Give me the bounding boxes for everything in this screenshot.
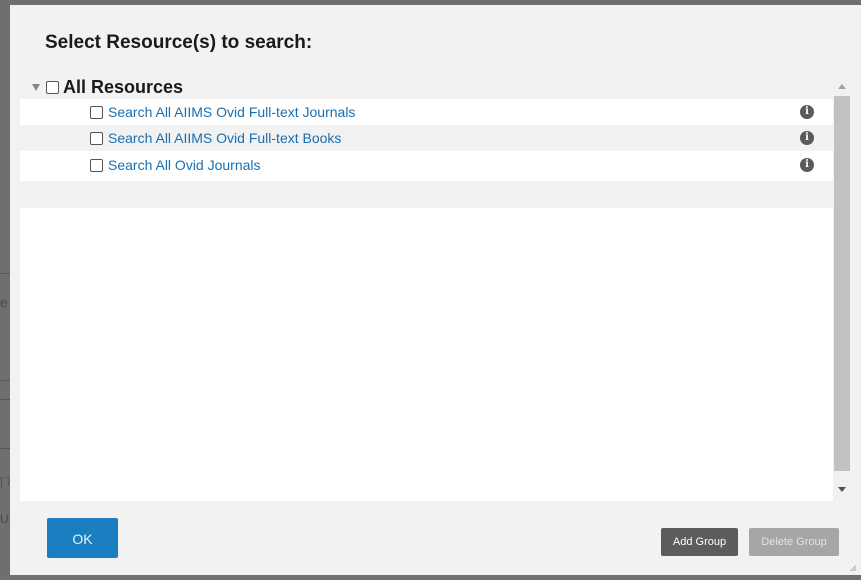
ok-button[interactable]: OK (47, 518, 118, 558)
resize-grip-icon[interactable] (850, 565, 856, 571)
scroll-up-arrow-icon[interactable] (838, 84, 846, 89)
expand-triangle-icon[interactable] (32, 84, 40, 91)
select-resources-dialog: Select Resource(s) to search: All Resour… (10, 5, 861, 575)
resource-link[interactable]: Search All Ovid Journals (108, 157, 261, 173)
delete-group-button[interactable]: Delete Group (749, 528, 839, 556)
resource-checkbox[interactable] (90, 159, 103, 172)
resource-link[interactable]: Search All AIIMS Ovid Full-text Books (108, 130, 341, 146)
list-item: Search All AIIMS Ovid Full-text Books i (20, 125, 843, 151)
all-resources-label: All Resources (63, 77, 184, 97)
resource-checkbox[interactable] (90, 106, 103, 119)
scroll-down-arrow-icon[interactable] (838, 487, 846, 492)
resource-tree: All Resources Search All AIIMS Ovid Full… (20, 75, 843, 501)
dialog-header: Select Resource(s) to search: (10, 5, 861, 65)
vertical-scrollbar[interactable] (833, 75, 851, 501)
scrollbar-thumb[interactable] (834, 96, 850, 471)
list-item: Search All AIIMS Ovid Full-text Journals… (20, 99, 843, 125)
tree-root-row: All Resources (20, 75, 843, 99)
add-group-button[interactable]: Add Group (661, 528, 738, 556)
resource-link[interactable]: Search All AIIMS Ovid Full-text Journals (108, 104, 355, 120)
info-icon[interactable]: i (800, 105, 814, 119)
all-resources-checkbox[interactable] (46, 81, 59, 94)
list-item: Search All Ovid Journals i (20, 152, 843, 178)
list-spacer (20, 181, 843, 208)
info-icon[interactable]: i (800, 131, 814, 145)
dialog-title: Select Resource(s) to search: (45, 32, 313, 53)
resource-checkbox[interactable] (90, 132, 103, 145)
info-icon[interactable]: i (800, 158, 814, 172)
